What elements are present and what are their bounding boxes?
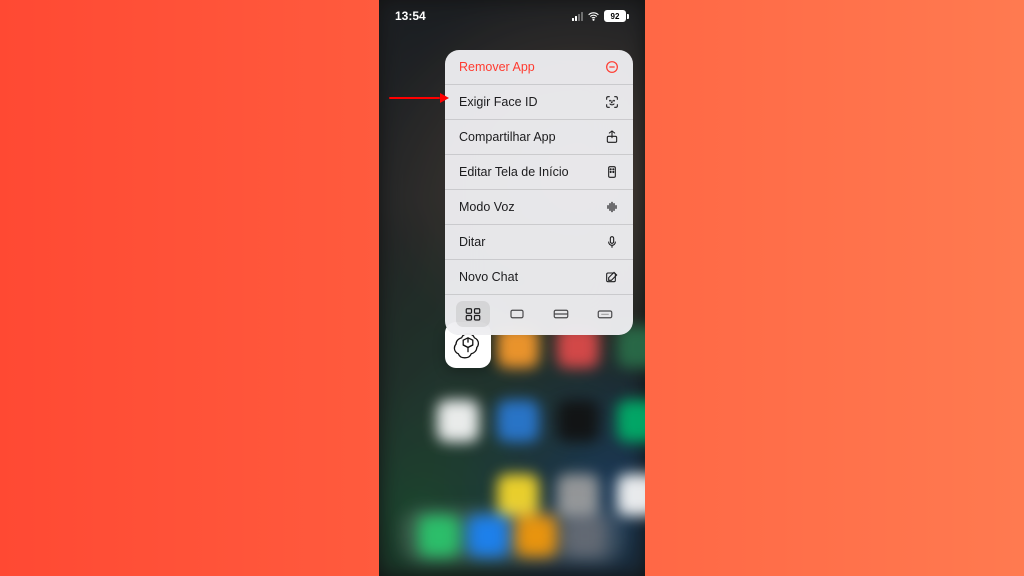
menu-item-label: Compartilhar App [459, 130, 556, 144]
battery-percent: 92 [604, 10, 626, 22]
widget-size-lock[interactable] [588, 301, 622, 327]
apps-grid-icon [604, 164, 620, 180]
menu-new-chat[interactable]: Novo Chat [445, 259, 633, 294]
battery-indicator: 92 [604, 10, 629, 22]
minus-circle-icon [604, 59, 620, 75]
widget-size-medium[interactable] [500, 301, 534, 327]
widget-size-large[interactable] [544, 301, 578, 327]
compose-icon [604, 269, 620, 285]
status-bar: 13:54 92 [379, 6, 645, 26]
menu-dictate[interactable]: Ditar [445, 224, 633, 259]
menu-require-face-id[interactable]: Exigir Face ID [445, 84, 633, 119]
menu-item-label: Novo Chat [459, 270, 518, 284]
menu-remove-app[interactable]: Remover App [445, 50, 633, 84]
widget-size-row [445, 294, 633, 335]
menu-edit-home-screen[interactable]: Editar Tela de Início [445, 154, 633, 189]
menu-item-label: Remover App [459, 60, 535, 74]
menu-item-label: Editar Tela de Início [459, 165, 569, 179]
app-context-menu: Remover App Exigir Face ID Compartilhar … [445, 50, 633, 335]
share-icon [604, 129, 620, 145]
menu-item-label: Ditar [459, 235, 485, 249]
face-id-icon [604, 94, 620, 110]
menu-item-label: Modo Voz [459, 200, 515, 214]
cellular-signal-icon [572, 11, 583, 21]
menu-share-app[interactable]: Compartilhar App [445, 119, 633, 154]
annotation-arrow [389, 94, 449, 102]
menu-item-label: Exigir Face ID [459, 95, 538, 109]
waveform-icon [604, 199, 620, 215]
status-time: 13:54 [395, 9, 426, 23]
mic-icon [604, 234, 620, 250]
widget-size-small[interactable] [456, 301, 490, 327]
menu-voice-mode[interactable]: Modo Voz [445, 189, 633, 224]
wifi-icon [587, 10, 600, 23]
iphone-frame: 13:54 92 Remover App Exigir Face ID [379, 0, 645, 576]
